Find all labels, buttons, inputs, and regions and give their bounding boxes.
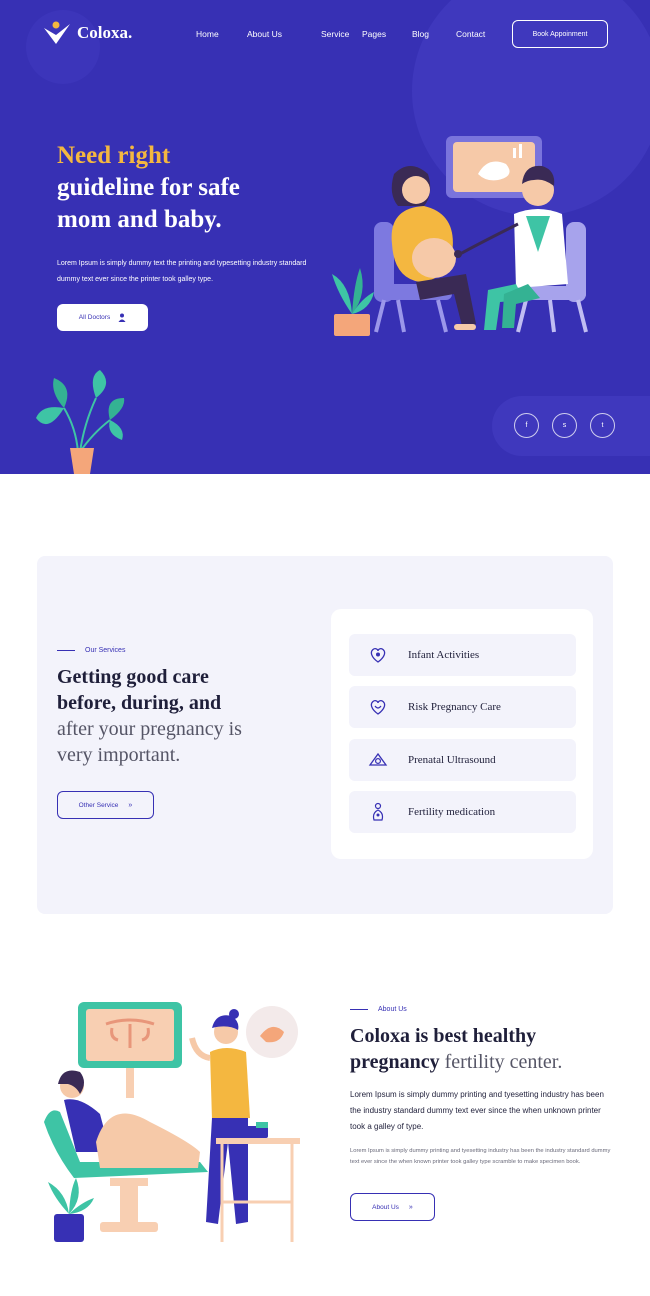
eyebrow-line <box>57 650 75 651</box>
doctor-patient-illustration <box>332 136 588 336</box>
services-title-line-1: Getting good care <box>57 666 209 688</box>
nav-blog[interactable]: Blog <box>412 29 456 39</box>
services-title-line-4: very important. <box>57 744 181 766</box>
nav-pages[interactable]: Pages <box>362 29 412 39</box>
hero-title-line-1: Need right <box>57 142 171 169</box>
all-doctors-button[interactable]: All Doctors <box>57 304 148 331</box>
service-item-label: Risk Pregnancy Care <box>408 701 501 713</box>
main-nav: Home About Us Service Pages Blog Contact <box>196 29 496 39</box>
logo[interactable]: Coloxa. <box>42 20 132 46</box>
ultrasound-icon <box>368 750 388 770</box>
about-eyebrow-label: About Us <box>378 1006 407 1013</box>
about-title-line-1: Coloxa is best healthy <box>350 1025 537 1047</box>
about-title-bold-word: pregnancy <box>350 1051 440 1073</box>
logo-icon <box>44 21 70 44</box>
service-item-prenatal-ultrasound[interactable]: Prenatal Ultrasound <box>349 739 576 781</box>
nav-home[interactable]: Home <box>196 29 247 39</box>
service-item-label: Fertility medication <box>408 806 496 818</box>
plant-illustration <box>36 370 125 474</box>
infant-icon <box>368 645 388 665</box>
user-icon <box>118 313 126 322</box>
ultrasound-scan-illustration <box>44 1002 300 1242</box>
about-lead-text: Lorem Ipsum is simply dummy printing and… <box>350 1090 604 1131</box>
about-title-light-part: fertility center. <box>444 1051 563 1073</box>
services-title-line-3: after your pregnancy is <box>57 718 242 740</box>
chevron-right-icon: » <box>408 1203 413 1211</box>
logo-text: Coloxa. <box>77 23 133 42</box>
hero-title: Need right guideline for safe mom and ba… <box>57 140 240 236</box>
nav-service[interactable]: Service <box>321 29 362 39</box>
services-eyebrow-label: Our Services <box>85 647 126 654</box>
service-item-infant-activities[interactable]: Infant Activities <box>349 634 576 676</box>
about-us-label: About Us <box>372 1203 399 1211</box>
chevron-right-icon: » <box>128 801 133 809</box>
service-item-fertility-medication[interactable]: Fertility medication <box>349 791 576 833</box>
about-us-button[interactable]: About Us » <box>350 1193 435 1221</box>
nav-contact[interactable]: Contact <box>456 29 496 39</box>
hero-section: Coloxa. Home About Us Service Pages Blog… <box>0 0 650 474</box>
services-title-line-2: before, during, and <box>57 692 222 714</box>
twitter-icon[interactable]: t <box>590 413 615 438</box>
facebook-icon[interactable]: f <box>514 413 539 438</box>
pregnancy-care-icon <box>368 697 388 717</box>
fertility-icon <box>368 802 388 822</box>
other-service-label: Other Service <box>78 801 119 809</box>
hero-title-line-2: guideline for safe <box>57 174 240 201</box>
services-title: Getting good care before, during, and af… <box>57 664 297 768</box>
about-title-line-2: pregnancy fertility center. <box>350 1049 562 1075</box>
service-item-label: Prenatal Ultrasound <box>408 754 496 766</box>
all-doctors-label: All Doctors <box>78 314 111 321</box>
eyebrow-line <box>350 1009 368 1010</box>
service-item-label: Infant Activities <box>408 649 480 661</box>
services-eyebrow: Our Services <box>57 647 125 654</box>
hero-description: Lorem Ipsum is simply dummy text the pri… <box>57 260 307 283</box>
book-appointment-button[interactable]: Book Appoinment <box>512 20 608 48</box>
about-title: Coloxa is best healthy pregnancy fertili… <box>350 1023 562 1075</box>
service-item-risk-pregnancy-care[interactable]: Risk Pregnancy Care <box>349 686 576 728</box>
hero-title-line-3: mom and baby. <box>57 206 222 233</box>
about-eyebrow: About Us <box>350 1006 407 1013</box>
other-service-button[interactable]: Other Service » <box>57 791 154 819</box>
nav-about-us[interactable]: About Us <box>247 29 321 39</box>
skype-icon[interactable]: s <box>552 413 577 438</box>
about-body-text: Lorem Ipsum is simply dummy printing and… <box>350 1148 611 1165</box>
